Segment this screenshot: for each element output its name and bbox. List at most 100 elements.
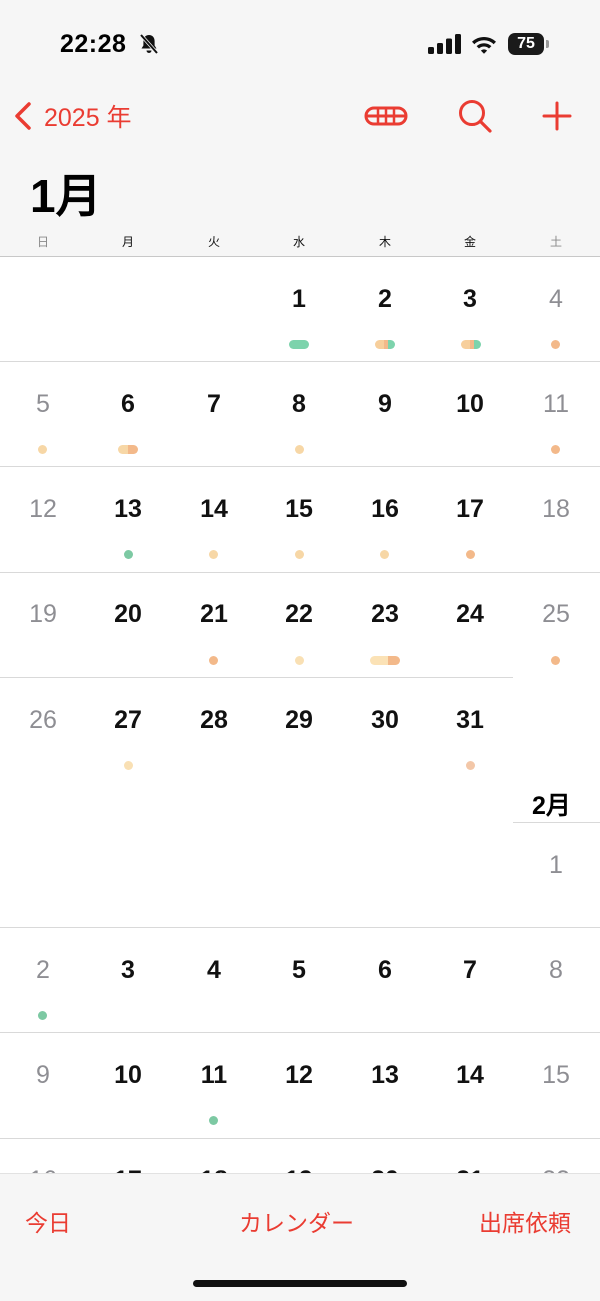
weekday-header: 日 月 火 水 木 金 土 [0, 233, 600, 251]
day-cell[interactable]: 27 [98, 706, 158, 735]
day-cell[interactable]: 12 [269, 1061, 329, 1090]
day-cell[interactable]: 4 [184, 956, 244, 985]
day-cell[interactable]: 6 [98, 390, 158, 419]
day-cell[interactable]: 20 [98, 600, 158, 629]
day-cell[interactable]: 23 [355, 600, 415, 629]
event-indicator [209, 656, 218, 665]
day-cell[interactable]: 16 [355, 495, 415, 524]
day-cell[interactable]: 8 [269, 390, 329, 419]
event-indicator [209, 550, 218, 559]
day-cell[interactable]: 22 [269, 600, 329, 629]
day-cell[interactable]: 13 [98, 495, 158, 524]
day-cell[interactable]: 15 [269, 495, 329, 524]
day-cell[interactable]: 10 [98, 1061, 158, 1090]
day-cell[interactable]: 24 [440, 600, 500, 629]
tab-today[interactable]: 今日 [25, 1204, 71, 1238]
day-cell[interactable]: 10 [440, 390, 500, 419]
event-indicator [38, 1011, 47, 1020]
day-cell[interactable]: 3 [440, 285, 500, 314]
event-indicator [380, 550, 389, 559]
month-title: 1月 [30, 170, 102, 222]
day-cell[interactable]: 14 [440, 1061, 500, 1090]
weekday-label: 水 [292, 235, 305, 249]
back-to-year-button[interactable]: 2025 年 [12, 100, 132, 132]
event-indicator [461, 340, 481, 349]
week-divider [0, 677, 513, 678]
day-cell[interactable]: 14 [184, 495, 244, 524]
day-cell[interactable]: 28 [184, 706, 244, 735]
day-cell[interactable]: 7 [440, 956, 500, 985]
event-indicator [38, 445, 47, 454]
day-cell[interactable]: 6 [355, 956, 415, 985]
event-indicator [209, 1116, 218, 1125]
battery-level: 75 [517, 35, 535, 52]
event-indicator [295, 656, 304, 665]
add-icon[interactable] [541, 100, 573, 132]
week-divider [0, 927, 600, 928]
day-cell[interactable]: 12 [13, 495, 73, 524]
day-cell[interactable]: 31 [440, 706, 500, 735]
day-cell[interactable]: 2 [13, 956, 73, 985]
tab-inbox[interactable]: 出席依頼 [479, 1204, 571, 1238]
event-indicator [370, 656, 400, 665]
tab-calendars[interactable]: カレンダー [239, 1204, 354, 1238]
day-cell[interactable]: 18 [526, 495, 586, 524]
day-cell[interactable]: 3 [98, 956, 158, 985]
status-time: 22:28 [60, 30, 127, 58]
day-cell[interactable]: 15 [526, 1061, 586, 1090]
week-divider [0, 572, 600, 573]
weekday-label: 日 [36, 235, 49, 249]
search-icon[interactable] [457, 98, 493, 134]
event-indicator [551, 445, 560, 454]
day-cell[interactable]: 17 [440, 495, 500, 524]
day-cell[interactable]: 29 [269, 706, 329, 735]
day-cell[interactable]: 1 [269, 285, 329, 314]
signal-icon [428, 34, 461, 54]
day-cell[interactable]: 7 [184, 390, 244, 419]
day-cell[interactable]: 11 [184, 1061, 244, 1090]
day-cell[interactable]: 30 [355, 706, 415, 735]
month-label-february: 2月 [532, 792, 571, 820]
event-indicator [551, 340, 560, 349]
weekday-label: 土 [549, 235, 562, 249]
bell-slash-icon [139, 33, 159, 55]
event-indicator [466, 761, 475, 770]
home-indicator[interactable] [193, 1280, 407, 1287]
event-indicator [466, 550, 475, 559]
week-divider [0, 1032, 600, 1033]
event-indicator [551, 656, 560, 665]
week-divider [0, 466, 600, 467]
day-cell[interactable]: 26 [13, 706, 73, 735]
wifi-icon [472, 37, 496, 54]
event-indicator [124, 550, 133, 559]
event-indicator [289, 340, 309, 349]
day-cell[interactable]: 5 [269, 956, 329, 985]
day-cell[interactable]: 2 [355, 285, 415, 314]
week-divider [513, 822, 600, 823]
day-cell[interactable]: 1 [526, 851, 586, 880]
event-indicator [375, 340, 395, 349]
back-label: 2025 年 [44, 104, 132, 132]
week-divider [0, 361, 600, 362]
day-cell[interactable]: 25 [526, 600, 586, 629]
day-cell[interactable]: 9 [355, 390, 415, 419]
weekday-label: 月 [121, 235, 134, 249]
day-cell[interactable]: 5 [13, 390, 73, 419]
day-cell[interactable]: 9 [13, 1061, 73, 1090]
week-divider [0, 1138, 600, 1139]
battery-icon: 75 [508, 33, 550, 55]
day-cell[interactable]: 21 [184, 600, 244, 629]
chevron-left-icon [15, 102, 31, 130]
weekday-label: 金 [463, 235, 476, 249]
day-cell[interactable]: 8 [526, 956, 586, 985]
weekday-label: 火 [207, 235, 220, 249]
day-cell[interactable]: 11 [526, 390, 586, 419]
event-indicator [295, 445, 304, 454]
header: 22:28 75 2025 年 1月 日 月 火 水 木 金 土 [0, 0, 600, 257]
day-cell[interactable]: 4 [526, 285, 586, 314]
view-toggle-icon[interactable] [364, 104, 408, 128]
header-divider [0, 256, 600, 257]
weekday-label: 木 [378, 235, 391, 249]
day-cell[interactable]: 13 [355, 1061, 415, 1090]
day-cell[interactable]: 19 [13, 600, 73, 629]
